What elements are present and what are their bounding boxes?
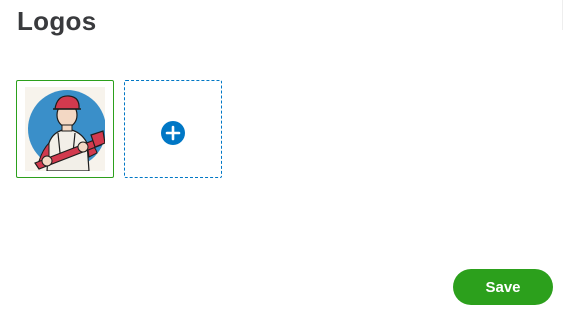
logo-tile-selected[interactable]	[16, 80, 114, 178]
plumber-logo-image	[25, 87, 105, 171]
logos-panel: Logos Save	[0, 0, 567, 318]
page-title: Logos	[17, 6, 97, 36]
plus-circle-icon	[161, 121, 185, 145]
save-button[interactable]: Save	[453, 269, 553, 305]
panel-edge-divider	[548, 0, 563, 30]
add-logo-tile[interactable]	[124, 80, 222, 178]
